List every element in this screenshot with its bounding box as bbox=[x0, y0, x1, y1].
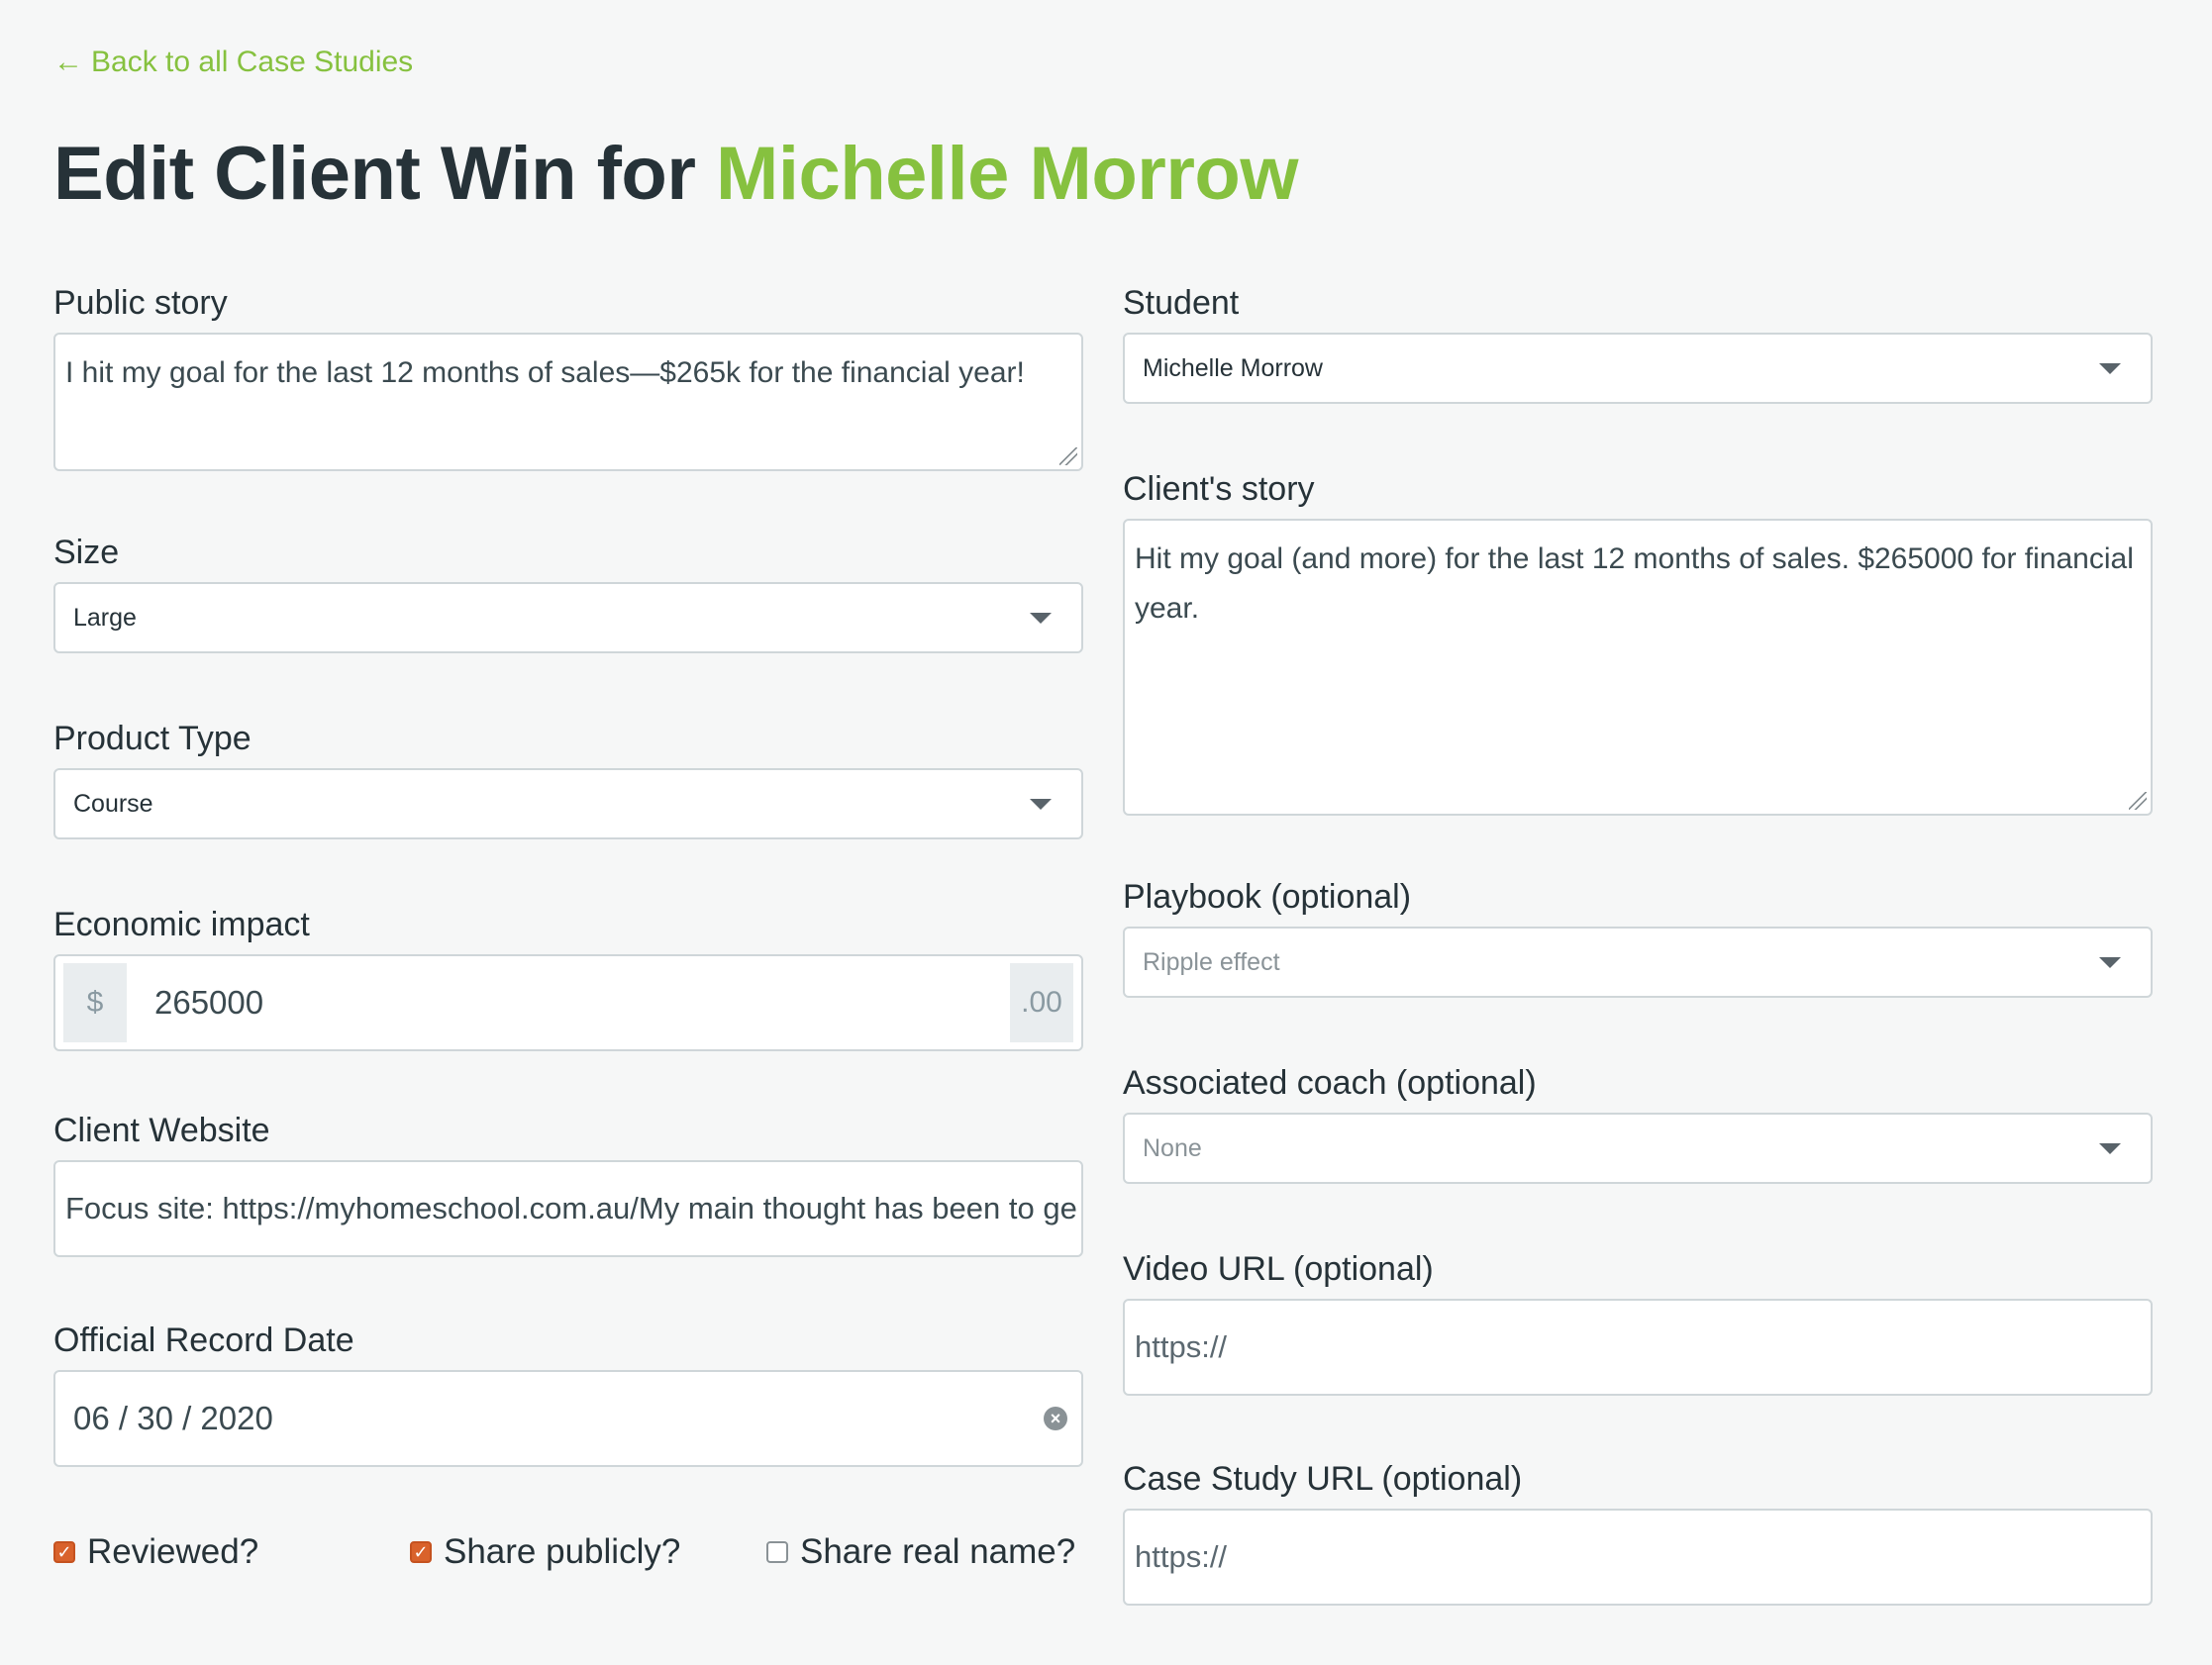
coach-label: Associated coach (optional) bbox=[1123, 1064, 1537, 1102]
public-story-textarea[interactable]: I hit my goal for the last 12 months of … bbox=[53, 333, 1083, 471]
playbook-select[interactable]: Ripple effect bbox=[1123, 927, 2153, 998]
share-real-name-checkbox[interactable]: Share real name? bbox=[766, 1532, 1075, 1572]
share-publicly-label: Share publicly? bbox=[444, 1532, 681, 1571]
economic-impact-input[interactable]: 265000 bbox=[127, 984, 1010, 1022]
case-study-url-placeholder: https:// bbox=[1135, 1539, 1228, 1574]
student-field: Student Michelle Morrow bbox=[1123, 281, 2153, 404]
coach-select[interactable]: None bbox=[1123, 1113, 2153, 1184]
video-url-input[interactable]: https:// bbox=[1123, 1299, 2153, 1396]
product-type-select[interactable]: Course bbox=[53, 768, 1083, 839]
public-story-label: Public story bbox=[53, 284, 228, 322]
chevron-down-icon bbox=[1030, 612, 1052, 624]
video-url-field: Video URL (optional) https:// bbox=[1123, 1247, 2153, 1396]
student-value: Michelle Morrow bbox=[1143, 353, 1323, 382]
chevron-down-icon bbox=[1030, 798, 1052, 810]
client-website-label: Client Website bbox=[53, 1112, 270, 1149]
share-publicly-checkbox[interactable]: ✓ Share publicly? bbox=[410, 1532, 680, 1572]
reviewed-label: Reviewed? bbox=[87, 1532, 259, 1571]
coach-field: Associated coach (optional) None bbox=[1123, 1061, 2153, 1184]
client-story-field: Client's story Hit my goal (and more) fo… bbox=[1123, 467, 2153, 816]
checkbox-row: ✓ Reviewed? ✓ Share publicly? Share real… bbox=[53, 1532, 1103, 1582]
page-title: Edit Client Win for Michelle Morrow bbox=[53, 131, 1298, 217]
chevron-down-icon bbox=[2099, 1142, 2121, 1154]
product-type-field: Product Type Course bbox=[53, 717, 1083, 839]
size-label: Size bbox=[53, 534, 120, 571]
resize-grip-icon[interactable] bbox=[2129, 792, 2147, 810]
arrow-left-icon: ← bbox=[53, 46, 83, 78]
checkbox-checked-icon[interactable]: ✓ bbox=[53, 1541, 75, 1563]
page-title-prefix: Edit Client Win for bbox=[53, 132, 717, 216]
reviewed-checkbox[interactable]: ✓ Reviewed? bbox=[53, 1532, 258, 1572]
size-value: Large bbox=[73, 603, 137, 632]
client-website-value: Focus site: https://myhomeschool.com.au/… bbox=[65, 1191, 1077, 1225]
resize-grip-icon[interactable] bbox=[1059, 447, 1077, 465]
size-select[interactable]: Large bbox=[53, 582, 1083, 653]
client-story-textarea[interactable]: Hit my goal (and more) for the last 12 m… bbox=[1123, 519, 2153, 816]
share-real-name-label: Share real name? bbox=[800, 1532, 1076, 1571]
playbook-value: Ripple effect bbox=[1143, 947, 1280, 976]
economic-impact-input-group: $ 265000 .00 bbox=[53, 954, 1083, 1051]
checkbox-unchecked-icon[interactable] bbox=[766, 1541, 788, 1563]
dollar-prefix: $ bbox=[63, 963, 127, 1042]
economic-impact-field: Economic impact $ 265000 .00 bbox=[53, 903, 1083, 1051]
product-type-label: Product Type bbox=[53, 720, 251, 757]
economic-impact-label: Economic impact bbox=[53, 906, 310, 943]
video-url-placeholder: https:// bbox=[1135, 1329, 1228, 1364]
chevron-down-icon bbox=[2099, 362, 2121, 374]
client-website-input[interactable]: Focus site: https://myhomeschool.com.au/… bbox=[53, 1160, 1083, 1257]
clear-icon[interactable]: × bbox=[1044, 1407, 1067, 1430]
back-link-label: Back to all Case Studies bbox=[91, 46, 414, 78]
playbook-label: Playbook (optional) bbox=[1123, 878, 1412, 916]
product-type-value: Course bbox=[73, 789, 153, 818]
cents-suffix: .00 bbox=[1010, 963, 1073, 1042]
case-study-url-label: Case Study URL (optional) bbox=[1123, 1460, 1523, 1498]
back-to-case-studies-link[interactable]: ← Back to all Case Studies bbox=[53, 46, 413, 79]
public-story-field: Public story I hit my goal for the last … bbox=[53, 281, 1083, 471]
coach-value: None bbox=[1143, 1133, 1202, 1162]
size-field: Size Large bbox=[53, 531, 1083, 653]
checkbox-checked-icon[interactable]: ✓ bbox=[410, 1541, 432, 1563]
chevron-down-icon bbox=[2099, 956, 2121, 968]
client-story-text: Hit my goal (and more) for the last 12 m… bbox=[1135, 542, 2134, 625]
student-select[interactable]: Michelle Morrow bbox=[1123, 333, 2153, 404]
video-url-label: Video URL (optional) bbox=[1123, 1250, 1434, 1288]
client-name: Michelle Morrow bbox=[716, 132, 1298, 216]
client-website-field: Client Website Focus site: https://myhom… bbox=[53, 1109, 1083, 1257]
record-date-field: Official Record Date 06 / 30 / 2020 × bbox=[53, 1319, 1083, 1467]
record-date-input[interactable]: 06 / 30 / 2020 × bbox=[53, 1370, 1083, 1467]
client-story-label: Client's story bbox=[1123, 470, 1315, 508]
public-story-text: I hit my goal for the last 12 months of … bbox=[65, 356, 1025, 389]
playbook-field: Playbook (optional) Ripple effect bbox=[1123, 875, 2153, 998]
record-date-value: 06 / 30 / 2020 bbox=[73, 1400, 273, 1436]
record-date-label: Official Record Date bbox=[53, 1322, 354, 1359]
student-label: Student bbox=[1123, 284, 1240, 322]
case-study-url-input[interactable]: https:// bbox=[1123, 1509, 2153, 1606]
case-study-url-field: Case Study URL (optional) https:// bbox=[1123, 1457, 2153, 1606]
